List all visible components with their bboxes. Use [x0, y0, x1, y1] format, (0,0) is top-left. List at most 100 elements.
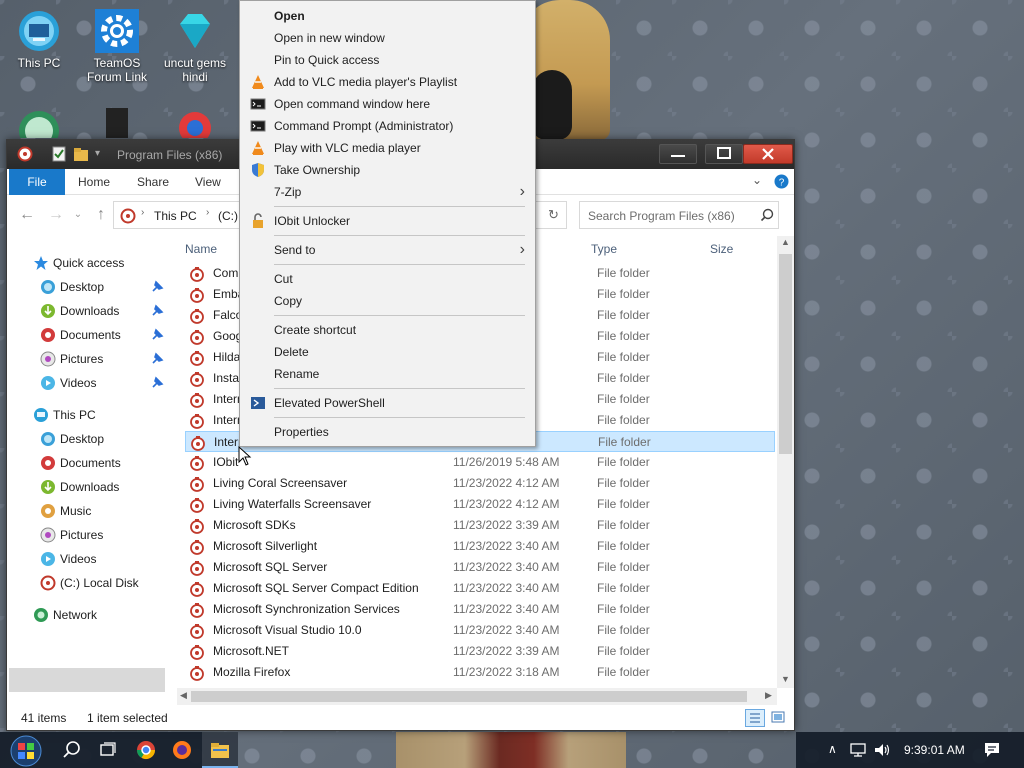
vertical-scroll-thumb[interactable] [779, 254, 792, 454]
menu-item-send-to[interactable]: Send to › [240, 239, 535, 261]
submenu-arrow-icon: › [519, 183, 525, 200]
file-row[interactable]: Mozilla Firefox 11/23/2022 3:18 AM File fo… [185, 662, 775, 683]
menu-item-7-zip[interactable]: 7-Zip › [240, 181, 535, 203]
menu-item-play-with-vlc-media-player[interactable]: Play with VLC media player [240, 137, 535, 159]
menu-item-cut[interactable]: Cut [240, 268, 535, 290]
menu-item-elevated-powershell[interactable]: Elevated PowerShell [240, 392, 535, 414]
documents-folder-icon [40, 455, 56, 471]
maximize-button[interactable] [705, 144, 743, 164]
recent-locations-chevron-icon[interactable]: ⌄ [69, 206, 87, 224]
file-row[interactable]: Microsoft SQL Server 11/23/2022 3:40 AM Fi… [185, 557, 775, 578]
menu-item-open-command-window-here[interactable]: Open command window here [240, 93, 535, 115]
file-name: Microsoft.NET [213, 644, 290, 658]
scroll-up-arrow-icon[interactable]: ▲ [781, 237, 790, 247]
properties-icon[interactable] [51, 146, 67, 162]
menu-item-properties[interactable]: Properties [240, 421, 535, 443]
submenu-arrow-icon: › [519, 241, 525, 258]
file-row[interactable]: Microsoft SDKs 11/23/2022 3:39 AM File fol… [185, 515, 775, 536]
file-explorer-icon [210, 740, 230, 760]
file-date-modified: 11/23/2022 3:39 AM [453, 644, 560, 658]
scroll-down-arrow-icon[interactable]: ▼ [781, 674, 790, 684]
menu-item-rename[interactable]: Rename [240, 363, 535, 385]
menu-item-copy[interactable]: Copy [240, 290, 535, 312]
back-arrow-icon[interactable]: ← [18, 206, 36, 224]
notifications-icon[interactable] [982, 740, 1002, 760]
desktop-icon-this-pc[interactable]: This PC [2, 8, 76, 70]
menu-item-label: Command Prompt (Administrator) [274, 119, 454, 133]
show-hidden-icons-chevron-icon[interactable]: ∧ [828, 742, 837, 756]
horizontal-scroll-thumb[interactable] [191, 691, 747, 702]
menu-item-take-ownership[interactable]: Take Ownership [240, 159, 535, 181]
menu-item-pin-to-quick-access[interactable]: Pin to Quick access [240, 49, 535, 71]
chrome-icon[interactable] [136, 740, 156, 760]
tab-home[interactable]: Home [78, 169, 110, 195]
file-row[interactable]: Microsoft Visual Studio 10.0 11/23/2022 3… [185, 620, 775, 641]
close-button[interactable] [743, 144, 793, 164]
up-arrow-icon[interactable]: ↑ [92, 206, 110, 224]
tab-share[interactable]: Share [137, 169, 169, 195]
recycle-bin-icon [16, 108, 62, 138]
taskbar-file-explorer-button[interactable] [202, 732, 238, 768]
nav-selection-highlight [9, 668, 165, 692]
file-row[interactable]: Microsoft.NET 11/23/2022 3:39 AM File fold… [185, 641, 775, 662]
documents-folder-icon [40, 327, 56, 343]
menu-item-command-prompt-administrator[interactable]: Command Prompt (Administrator) [240, 115, 535, 137]
breadcrumb-this-pc[interactable]: This PC [154, 209, 197, 223]
task-view-icon[interactable] [98, 740, 118, 760]
menu-item-label: Properties [274, 425, 329, 439]
pin-icon [150, 304, 164, 318]
svg-text:?: ? [779, 178, 785, 189]
new-folder-icon[interactable] [73, 146, 89, 162]
desktop-icon-recycle[interactable] [2, 108, 76, 138]
column-header-name[interactable]: Name [185, 242, 217, 256]
scroll-right-arrow-icon[interactable]: ▶ [765, 690, 772, 701]
customize-qa-chevron-icon[interactable]: ▾ [95, 148, 111, 164]
menu-item-create-shortcut[interactable]: Create shortcut [240, 319, 535, 341]
menu-separator [274, 264, 525, 265]
breadcrumb-drive[interactable]: (C:) [218, 209, 238, 223]
volume-icon[interactable] [872, 740, 892, 760]
file-type: File folder [597, 560, 650, 574]
menu-item-iobit-unlocker[interactable]: IObit Unlocker [240, 210, 535, 232]
scroll-left-arrow-icon[interactable]: ◀ [180, 690, 187, 701]
menu-item-delete[interactable]: Delete [240, 341, 535, 363]
start-button[interactable] [8, 734, 44, 768]
desktop-icon-dark[interactable] [80, 108, 154, 138]
search-icon[interactable] [62, 740, 82, 760]
search-input[interactable]: Search Program Files (x86) [579, 201, 779, 229]
forward-arrow-icon[interactable]: → [47, 206, 65, 224]
gear-icon [94, 8, 140, 54]
file-row[interactable]: Microsoft SQL Server Compact Edition 11/2… [185, 578, 775, 599]
column-header-type[interactable]: Type [591, 242, 617, 256]
file-row[interactable]: Microsoft Synchronization Services 11/23/… [185, 599, 775, 620]
file-row[interactable]: Living Coral Screensaver 11/23/2022 4:12 … [185, 473, 775, 494]
refresh-icon[interactable]: ↻ [548, 207, 559, 223]
file-type: File folder [597, 308, 650, 322]
network-icon[interactable] [848, 740, 868, 760]
horizontal-scrollbar[interactable]: ◀ ▶ [177, 688, 777, 705]
desktop-icon-teamos[interactable]: TeamOS Forum Link [80, 8, 154, 84]
tab-file[interactable]: File [9, 169, 65, 195]
file-row[interactable]: Microsoft Silverlight 11/23/2022 3:40 AM F… [185, 536, 775, 557]
column-header-size[interactable]: Size [710, 242, 733, 256]
menu-item-open[interactable]: Open [240, 5, 535, 27]
large-icons-view-icon[interactable] [769, 709, 787, 727]
file-date-modified: 11/23/2022 3:40 AM [453, 623, 560, 637]
menu-item-open-in-new-window[interactable]: Open in new window [240, 27, 535, 49]
tab-view[interactable]: View [195, 169, 221, 195]
file-type: File folder [597, 497, 650, 511]
menu-item-add-to-vlc-media-player-s-playlist[interactable]: Add to VLC media player's Playlist [240, 71, 535, 93]
file-row[interactable]: Living Waterfalls Screensaver 11/23/2022 … [185, 494, 775, 515]
file-type: File folder [597, 413, 650, 427]
clock[interactable]: 9:39:01 AM [904, 743, 965, 757]
expand-ribbon-chevron-icon[interactable]: ⌄ [752, 173, 762, 187]
help-icon[interactable]: ? [774, 174, 789, 189]
network-icon [33, 607, 49, 623]
vertical-scrollbar[interactable]: ▲ ▼ [777, 236, 794, 688]
minimize-button[interactable] [659, 144, 697, 164]
desktop-icon-location[interactable] [158, 108, 232, 138]
details-view-icon[interactable] [745, 709, 765, 727]
desktop-icon-uncut-gems[interactable]: uncut gems hindi [158, 8, 232, 84]
file-row[interactable]: IObit 11/26/2019 5:48 AM File folder [185, 452, 775, 473]
firefox-icon[interactable] [172, 740, 192, 760]
